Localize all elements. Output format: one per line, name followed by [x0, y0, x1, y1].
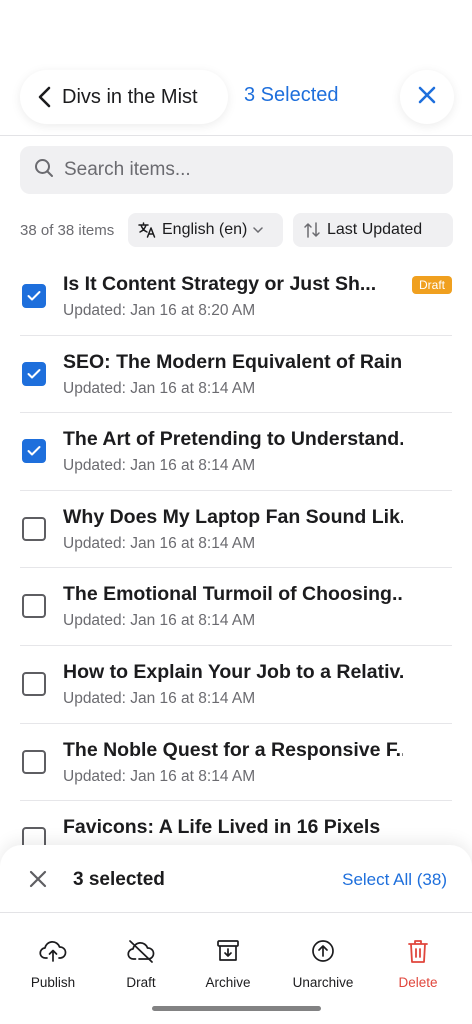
sort-label: Last Updated: [327, 221, 423, 238]
checkmark-icon: [27, 446, 41, 456]
item-title: SEO: The Modern Equivalent of Rain...: [63, 350, 403, 373]
checkmark-icon: [27, 291, 41, 301]
unarchive-label: Unarchive: [292, 975, 354, 990]
home-indicator: [152, 1006, 321, 1011]
item-updated: Updated: Jan 16 at 8:14 AM: [63, 379, 256, 397]
chevron-down-icon: [253, 227, 264, 233]
list-item[interactable]: How to Explain Your Job to a Relativ... U…: [20, 646, 452, 724]
archive-icon: [214, 937, 242, 965]
item-checkbox[interactable]: [22, 284, 46, 308]
list-item[interactable]: The Art of Pretending to Understand... Up…: [20, 413, 452, 491]
item-checkbox[interactable]: [22, 361, 46, 386]
item-updated: Updated: Jan 16 at 8:14 AM: [63, 534, 256, 552]
publish-label: Publish: [30, 975, 76, 990]
item-checkbox[interactable]: [22, 439, 46, 464]
item-title: The Art of Pretending to Understand...: [63, 428, 403, 451]
item-checkbox[interactable]: [22, 671, 46, 696]
filter-bar: 38 of 38 items English (en) Last Updated: [0, 213, 472, 247]
status-badge: Draft: [411, 276, 452, 294]
bulk-action-header: 3 selected Select All (38): [0, 845, 472, 913]
close-selection-button[interactable]: [400, 70, 454, 124]
top-bar: Divs in the Mist 3 Selected: [0, 58, 472, 136]
list-item[interactable]: The Noble Quest for a Responsive F... Upd…: [20, 724, 452, 802]
item-title: Favicons: A Life Lived in 16 Pixels: [63, 816, 381, 839]
item-title: The Emotional Turmoil of Choosing...: [63, 583, 403, 606]
draft-button[interactable]: Draft: [96, 937, 186, 990]
item-title: How to Explain Your Job to a Relativ...: [63, 660, 403, 683]
collection-title: Divs in the Mist: [62, 85, 198, 108]
selected-count-label: 3 selected: [73, 869, 165, 890]
select-all-button[interactable]: Select All (38): [342, 870, 447, 890]
back-button[interactable]: Divs in the Mist: [20, 70, 228, 124]
arrow-up-circle-icon: [309, 937, 337, 965]
item-updated: Updated: Jan 16 at 8:20 AM: [63, 302, 256, 319]
archive-label: Archive: [205, 975, 251, 990]
cloud-off-icon: [127, 937, 155, 965]
close-icon[interactable]: [28, 869, 48, 889]
sort-icon: [303, 222, 321, 238]
close-icon: [417, 85, 437, 110]
trash-icon: [404, 937, 432, 965]
item-title: Is It Content Strategy or Just Sh...: [63, 273, 377, 295]
unarchive-button[interactable]: Unarchive: [278, 937, 368, 990]
search-icon: [34, 158, 54, 183]
archive-button[interactable]: Archive: [183, 937, 273, 990]
item-updated: Updated: Jan 16 at 8:14 AM: [63, 767, 256, 785]
list-item[interactable]: Is It Content Strategy or Just Sh... Upda…: [20, 258, 452, 336]
items-list: Is It Content Strategy or Just Sh... Upda…: [0, 258, 472, 879]
item-checkbox[interactable]: [22, 594, 46, 619]
item-checkbox[interactable]: [22, 516, 46, 541]
draft-label: Draft: [126, 975, 156, 990]
delete-label: Delete: [398, 975, 438, 990]
item-updated: Updated: Jan 16 at 8:14 AM: [63, 612, 256, 630]
item-count: 38 of 38 items: [20, 222, 115, 239]
search-bar[interactable]: [20, 146, 453, 194]
bulk-actions: Publish Draft Archive Unarchive Delete: [0, 937, 472, 997]
language-label: English (en): [162, 221, 248, 238]
item-updated: Updated: Jan 16 at 8:14 AM: [63, 689, 256, 707]
item-checkbox[interactable]: [22, 749, 46, 774]
item-updated: Updated: Jan 16 at 8:14 AM: [63, 457, 256, 475]
item-title: The Noble Quest for a Responsive F...: [63, 738, 403, 761]
list-item[interactable]: The Emotional Turmoil of Choosing... Upda…: [20, 568, 452, 646]
sort-button[interactable]: Last Updated: [293, 213, 453, 247]
cloud-upload-icon: [39, 937, 67, 965]
checkmark-icon: [27, 368, 41, 379]
translate-icon: [138, 222, 156, 238]
delete-button[interactable]: Delete: [373, 937, 463, 990]
selected-count: 3 Selected: [244, 84, 339, 106]
chevron-left-icon: [32, 84, 58, 110]
list-item[interactable]: SEO: The Modern Equivalent of Rain... Upd…: [20, 336, 452, 414]
item-title: Why Does My Laptop Fan Sound Lik...: [63, 505, 403, 528]
language-filter[interactable]: English (en): [128, 213, 283, 247]
publish-button[interactable]: Publish: [8, 937, 98, 990]
search-input[interactable]: [64, 159, 424, 181]
bulk-action-sheet: 3 selected Select All (38) Publish Draft…: [0, 845, 472, 1024]
list-item[interactable]: Why Does My Laptop Fan Sound Lik... Updat…: [20, 491, 452, 569]
